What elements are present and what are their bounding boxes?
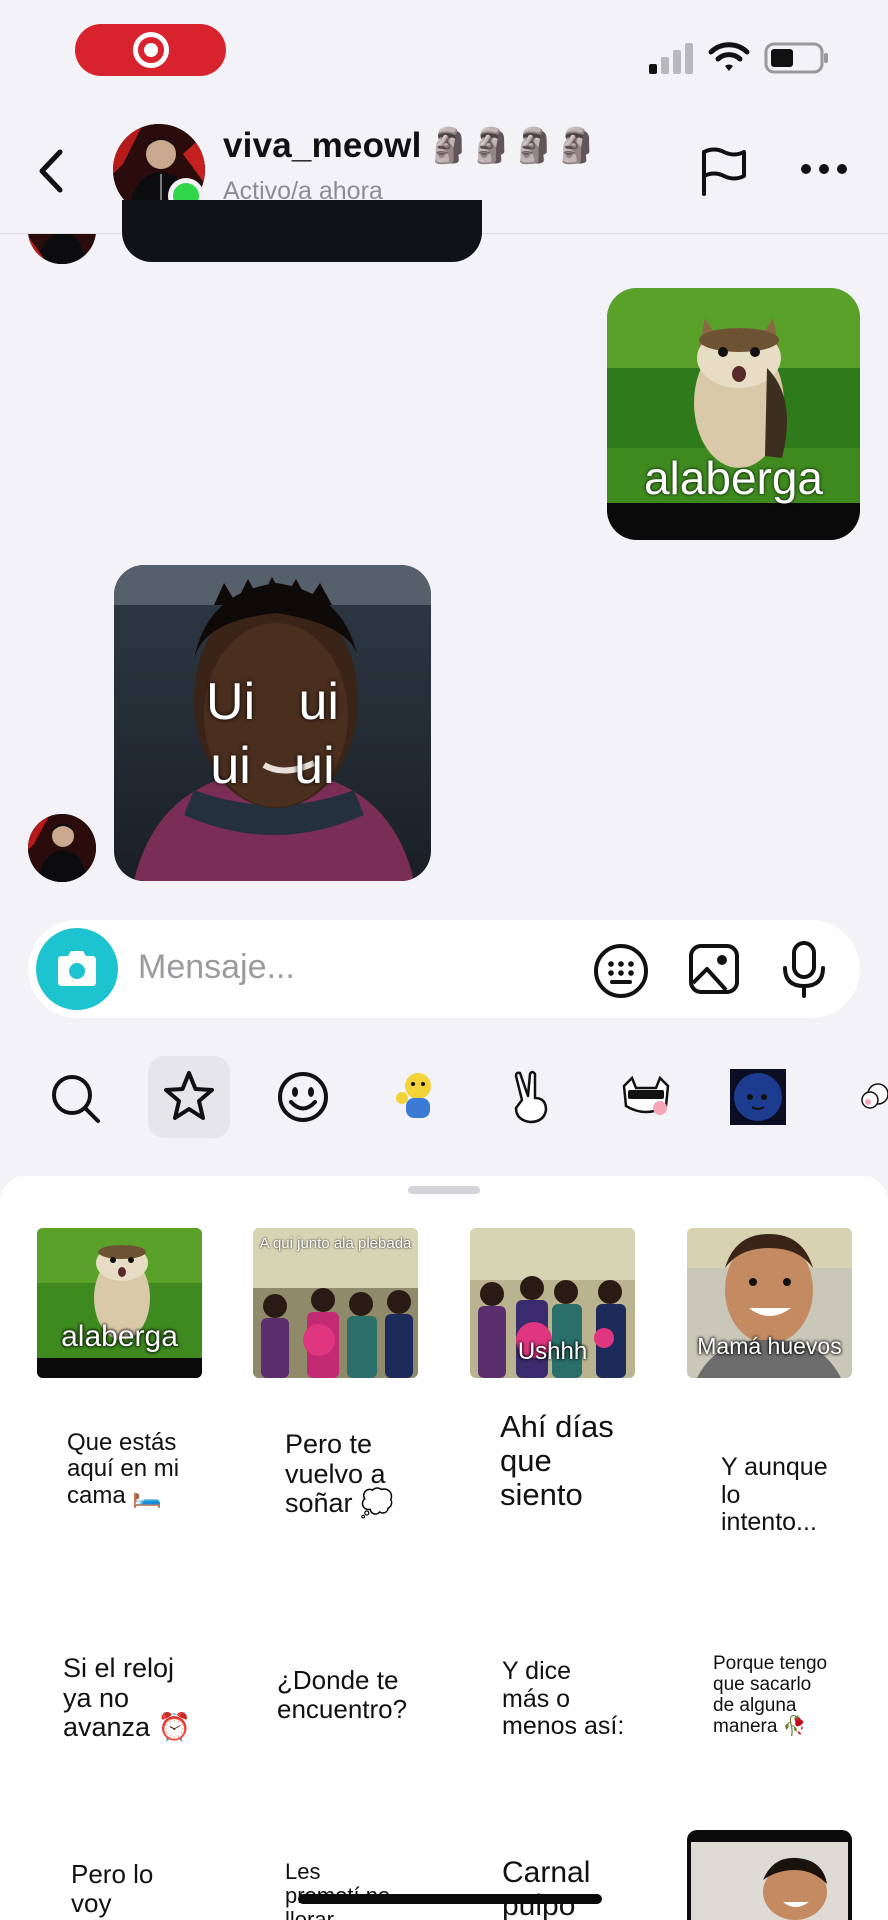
tab-favorites[interactable] [148,1056,230,1138]
pack-character-icon[interactable] [392,1070,442,1124]
pack-peace-hand-icon[interactable] [508,1070,552,1126]
sticker-line: encuentro? [277,1693,408,1724]
more-icon[interactable] [800,162,848,176]
camera-button[interactable] [36,928,118,1010]
sticker-porque-tengo[interactable]: Porque tengo que sacarlo de alguna maner… [687,1653,852,1804]
sticker-keyboard-icon[interactable] [593,943,649,999]
sticker-line: que sacarlo [713,1673,812,1695]
sticker-donde-te-encuentro[interactable]: ¿Donde te encuentro? [253,1666,418,1816]
star-icon [164,1071,214,1120]
sticker-line: ya no [63,1682,130,1713]
sticker-line: cama 🛏️ [67,1481,163,1509]
sender-avatar-partial [28,234,96,264]
camera-icon [58,951,96,986]
home-indicator[interactable] [298,1894,602,1904]
username-text: viva_meowl [223,126,422,165]
sticker-mama-huevos[interactable]: Mamá huevos [687,1228,852,1378]
sticker-line: Ahí días [500,1409,614,1444]
caption-line-2: ui ui [210,737,335,795]
sheet-grabber[interactable] [408,1186,480,1194]
sticker-pero-lo-voy[interactable]: Pero lo voy [37,1860,202,1920]
screen-record-indicator[interactable] [75,24,226,76]
sender-avatar[interactable] [28,814,96,882]
sticker-line: Porque tengo [713,1653,828,1674]
sticker-line: vuelvo a [285,1458,386,1489]
sticker-line: Que estás [67,1429,177,1456]
microphone-icon[interactable] [780,940,828,998]
sticker-y-dice[interactable]: Y dice más o menos así: [470,1657,635,1808]
sticker-caption: alaberga [643,452,824,504]
search-icon[interactable] [50,1073,102,1125]
sticker-image-partial[interactable] [687,1830,852,1920]
caption-line-1: Ui ui [206,673,339,731]
sticker-line: más o [502,1684,571,1713]
smiley-icon[interactable] [277,1071,329,1123]
sticker-line: lo [721,1480,741,1509]
sticker-ahi-dias[interactable]: Ahí días que siento [470,1409,635,1560]
username-emojis: 🗿🗿🗿🗿 [427,127,598,165]
wifi-icon [708,42,750,71]
pack-sheep-icon[interactable] [860,1080,888,1114]
chat-username[interactable]: viva_meowl 🗿🗿🗿🗿 [223,126,598,166]
sticker-line: avanza ⏰ [63,1712,192,1743]
sticker-y-aunque[interactable]: Y aunque lo intento... [687,1453,852,1604]
cellular-signal-icon [649,43,693,74]
sticker-line: que [500,1443,552,1479]
sticker-caption: alaberga [61,1320,178,1353]
sticker-line: soñar 💭 [285,1488,394,1519]
sticker-line: Les [285,1860,321,1884]
sticker-line: Y aunque [721,1453,828,1481]
sticker-caption: Ushhh [517,1338,588,1365]
sticker-si-el-reloj[interactable]: Si el reloj ya no avanza ⏰ [37,1653,202,1804]
sticker-line: llorar [285,1907,334,1920]
sticker-line: Y dice [502,1657,572,1685]
sticker-line: voy [71,1887,112,1918]
sticker-caption: A qui junto ala plebada [259,1235,412,1252]
sticker-carnal-pulpo[interactable]: Carnal pulpo [470,1856,635,1920]
back-arrow-icon[interactable] [34,148,68,194]
pack-cat-icon[interactable] [620,1076,672,1118]
pack-moon-icon[interactable] [730,1069,786,1125]
sticker-pero-te-vuelvo[interactable]: Pero te vuelvo a soñar 💭 [253,1429,418,1580]
sticker-line: Pero te [285,1429,373,1459]
sticker-caption: Mamá huevos [697,1333,842,1359]
sticker-line: de alguna [713,1694,797,1716]
sticker-que-estas[interactable]: Que estás aquí en mi cama 🛏️ [37,1429,202,1580]
previous-sticker-message[interactable] [122,200,482,262]
sticker-line: Si el reloj [63,1653,175,1683]
message-input[interactable]: Mensaje... [138,948,295,987]
sticker-line: aquí en mi [67,1455,180,1483]
sticker-line: Pero lo [71,1860,154,1889]
flag-icon[interactable] [700,146,748,196]
sticker-caption: Ui ui ui ui [114,670,431,798]
sticker-line: manera 🥀 [713,1715,807,1737]
sticker-ushhh[interactable]: Ushhh [470,1228,635,1378]
sticker-plebada[interactable]: A qui junto ala plebada [253,1228,418,1378]
battery-icon [764,42,828,74]
sticker-line: ¿Donde te [277,1665,399,1695]
sticker-line: Carnal [502,1856,591,1889]
sent-sticker-alaberga[interactable]: alaberga [607,288,860,540]
sticker-alaberga[interactable]: alaberga [37,1228,202,1378]
gallery-icon[interactable] [688,943,740,995]
sticker-line: intento... [721,1508,817,1536]
sticker-line: siento [500,1477,583,1513]
received-sticker-ui-ui[interactable]: Ui ui ui ui [114,565,431,881]
sticker-les-prometi[interactable]: Les prometí no llorar [253,1860,418,1920]
sticker-line: menos así: [502,1712,625,1740]
